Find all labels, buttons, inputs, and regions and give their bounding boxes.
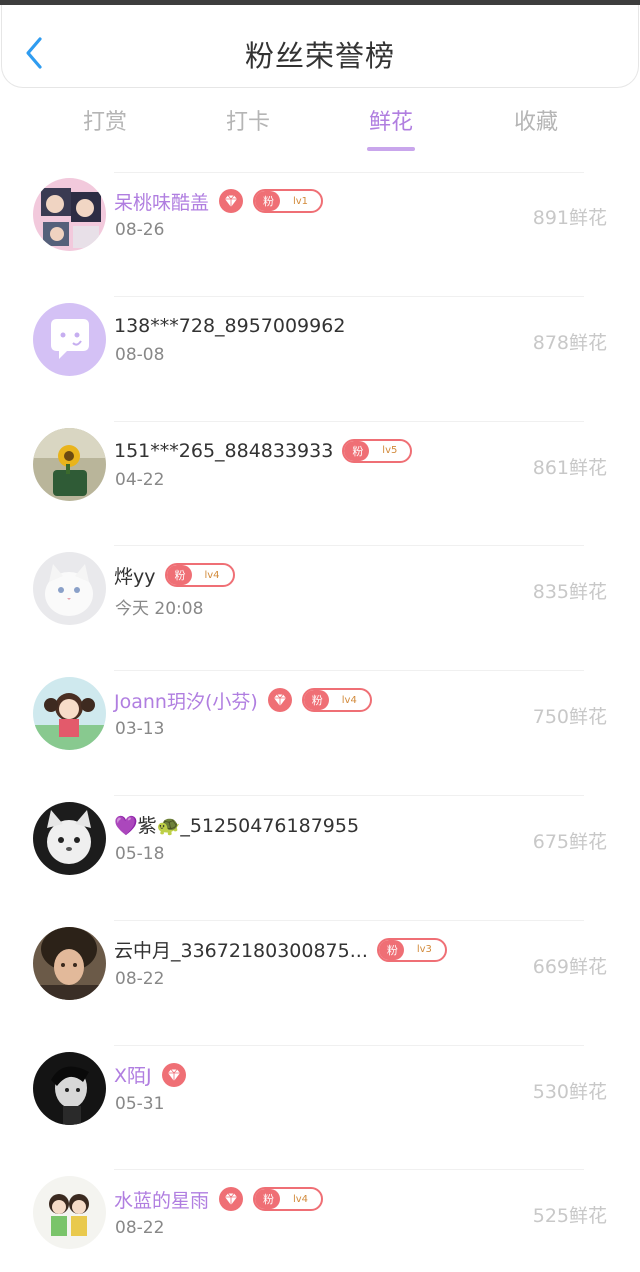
flower-count: 530鲜花 (532, 1080, 607, 1103)
ranking-list: 呆桃味酷盖 粉 lv1 08-26 891鲜花 138***728_8957009… (0, 172, 640, 1272)
fan-level-badge: 粉 lv1 (253, 189, 324, 213)
avatar[interactable] (33, 302, 106, 376)
user-name[interactable]: 烨yy (114, 562, 156, 589)
user-name[interactable]: 138***728_8957009962 (114, 315, 345, 337)
avatar[interactable] (33, 1176, 106, 1250)
diamond-icon (218, 1186, 244, 1212)
flower-count: 878鲜花 (532, 331, 607, 354)
user-name[interactable]: 💜紫🐢_51250476187955 (114, 811, 359, 838)
avatar[interactable] (33, 677, 106, 751)
tab-favorites[interactable]: 收藏 (476, 104, 596, 136)
date-text: 04-22 (115, 469, 165, 490)
flower-count: 750鲜花 (532, 706, 607, 729)
list-item[interactable]: 151***265_884833933 粉 lv5 04-22 861鲜花 (0, 422, 640, 547)
avatar[interactable] (33, 926, 106, 1000)
flower-count: 525鲜花 (532, 1205, 607, 1228)
fan-level-badge: 粉 lv4 (301, 688, 372, 713)
list-item[interactable]: 138***728_8957009962 08-08 878鲜花 (0, 297, 640, 422)
date-text: 08-26 (115, 220, 165, 240)
date-text: 03-13 (115, 719, 165, 740)
list-item[interactable]: 呆桃味酷盖 粉 lv1 08-26 891鲜花 (0, 172, 640, 297)
header-bar: 粉丝荣誉榜 (1, 5, 639, 88)
user-name[interactable]: 水蓝的星雨 (114, 1186, 209, 1213)
fan-level-badge: 粉 lv3 (376, 937, 447, 962)
active-tab-indicator (367, 147, 415, 151)
list-item[interactable]: 水蓝的星雨 粉 lv4 08-22 525鲜花 (0, 1170, 640, 1272)
user-name[interactable]: X陌J (114, 1061, 152, 1088)
diamond-icon (267, 687, 293, 713)
list-item[interactable]: 💜紫🐢_51250476187955 05-18 675鲜花 (0, 796, 640, 921)
flower-count: 861鲜花 (532, 456, 607, 479)
avatar[interactable] (33, 801, 106, 875)
date-text: 08-08 (115, 344, 165, 365)
flower-count: 675鲜花 (532, 830, 607, 853)
date-text: 05-18 (115, 843, 165, 864)
avatar[interactable] (33, 552, 106, 626)
avatar[interactable] (33, 427, 106, 501)
list-item[interactable]: X陌J 05-31 530鲜花 (0, 1046, 640, 1171)
user-name[interactable]: 云中月_33672180300875... (114, 936, 368, 963)
list-item[interactable]: Joann玥汐(小芬) 粉 lv4 03-13 750鲜花 (0, 671, 640, 796)
avatar[interactable] (33, 178, 106, 251)
fan-level-badge: 粉 lv5 (342, 438, 413, 463)
fan-level-badge: 粉 lv4 (253, 1187, 324, 1212)
fan-level-badge: 粉 lv4 (164, 563, 235, 588)
date-text: 08-22 (115, 1218, 165, 1239)
page-title: 粉丝荣誉榜 (244, 39, 395, 73)
user-name[interactable]: 151***265_884833933 (114, 440, 333, 462)
diamond-icon (161, 1062, 187, 1088)
flower-count: 669鲜花 (532, 955, 607, 978)
tab-reward[interactable]: 打赏 (45, 104, 165, 136)
avatar[interactable] (33, 1051, 106, 1125)
flower-count: 891鲜花 (532, 207, 607, 229)
tab-bar: 打赏 打卡 鲜花 收藏 (0, 100, 640, 158)
flower-count: 835鲜花 (532, 581, 607, 604)
user-name[interactable]: 呆桃味酷盖 (114, 188, 209, 215)
tab-checkin[interactable]: 打卡 (188, 104, 308, 136)
user-name[interactable]: Joann玥汐(小芬) (114, 687, 258, 714)
tab-flowers[interactable]: 鲜花 (331, 104, 451, 136)
date-text: 08-22 (115, 968, 165, 989)
date-text: 05-31 (115, 1093, 165, 1114)
date-text: 今天 20:08 (115, 599, 204, 620)
diamond-icon (218, 188, 244, 214)
list-item[interactable]: 云中月_33672180300875... 粉 lv3 08-22 669鲜花 (0, 921, 640, 1046)
list-item[interactable]: 烨yy 粉 lv4 今天 20:08 835鲜花 (0, 546, 640, 671)
